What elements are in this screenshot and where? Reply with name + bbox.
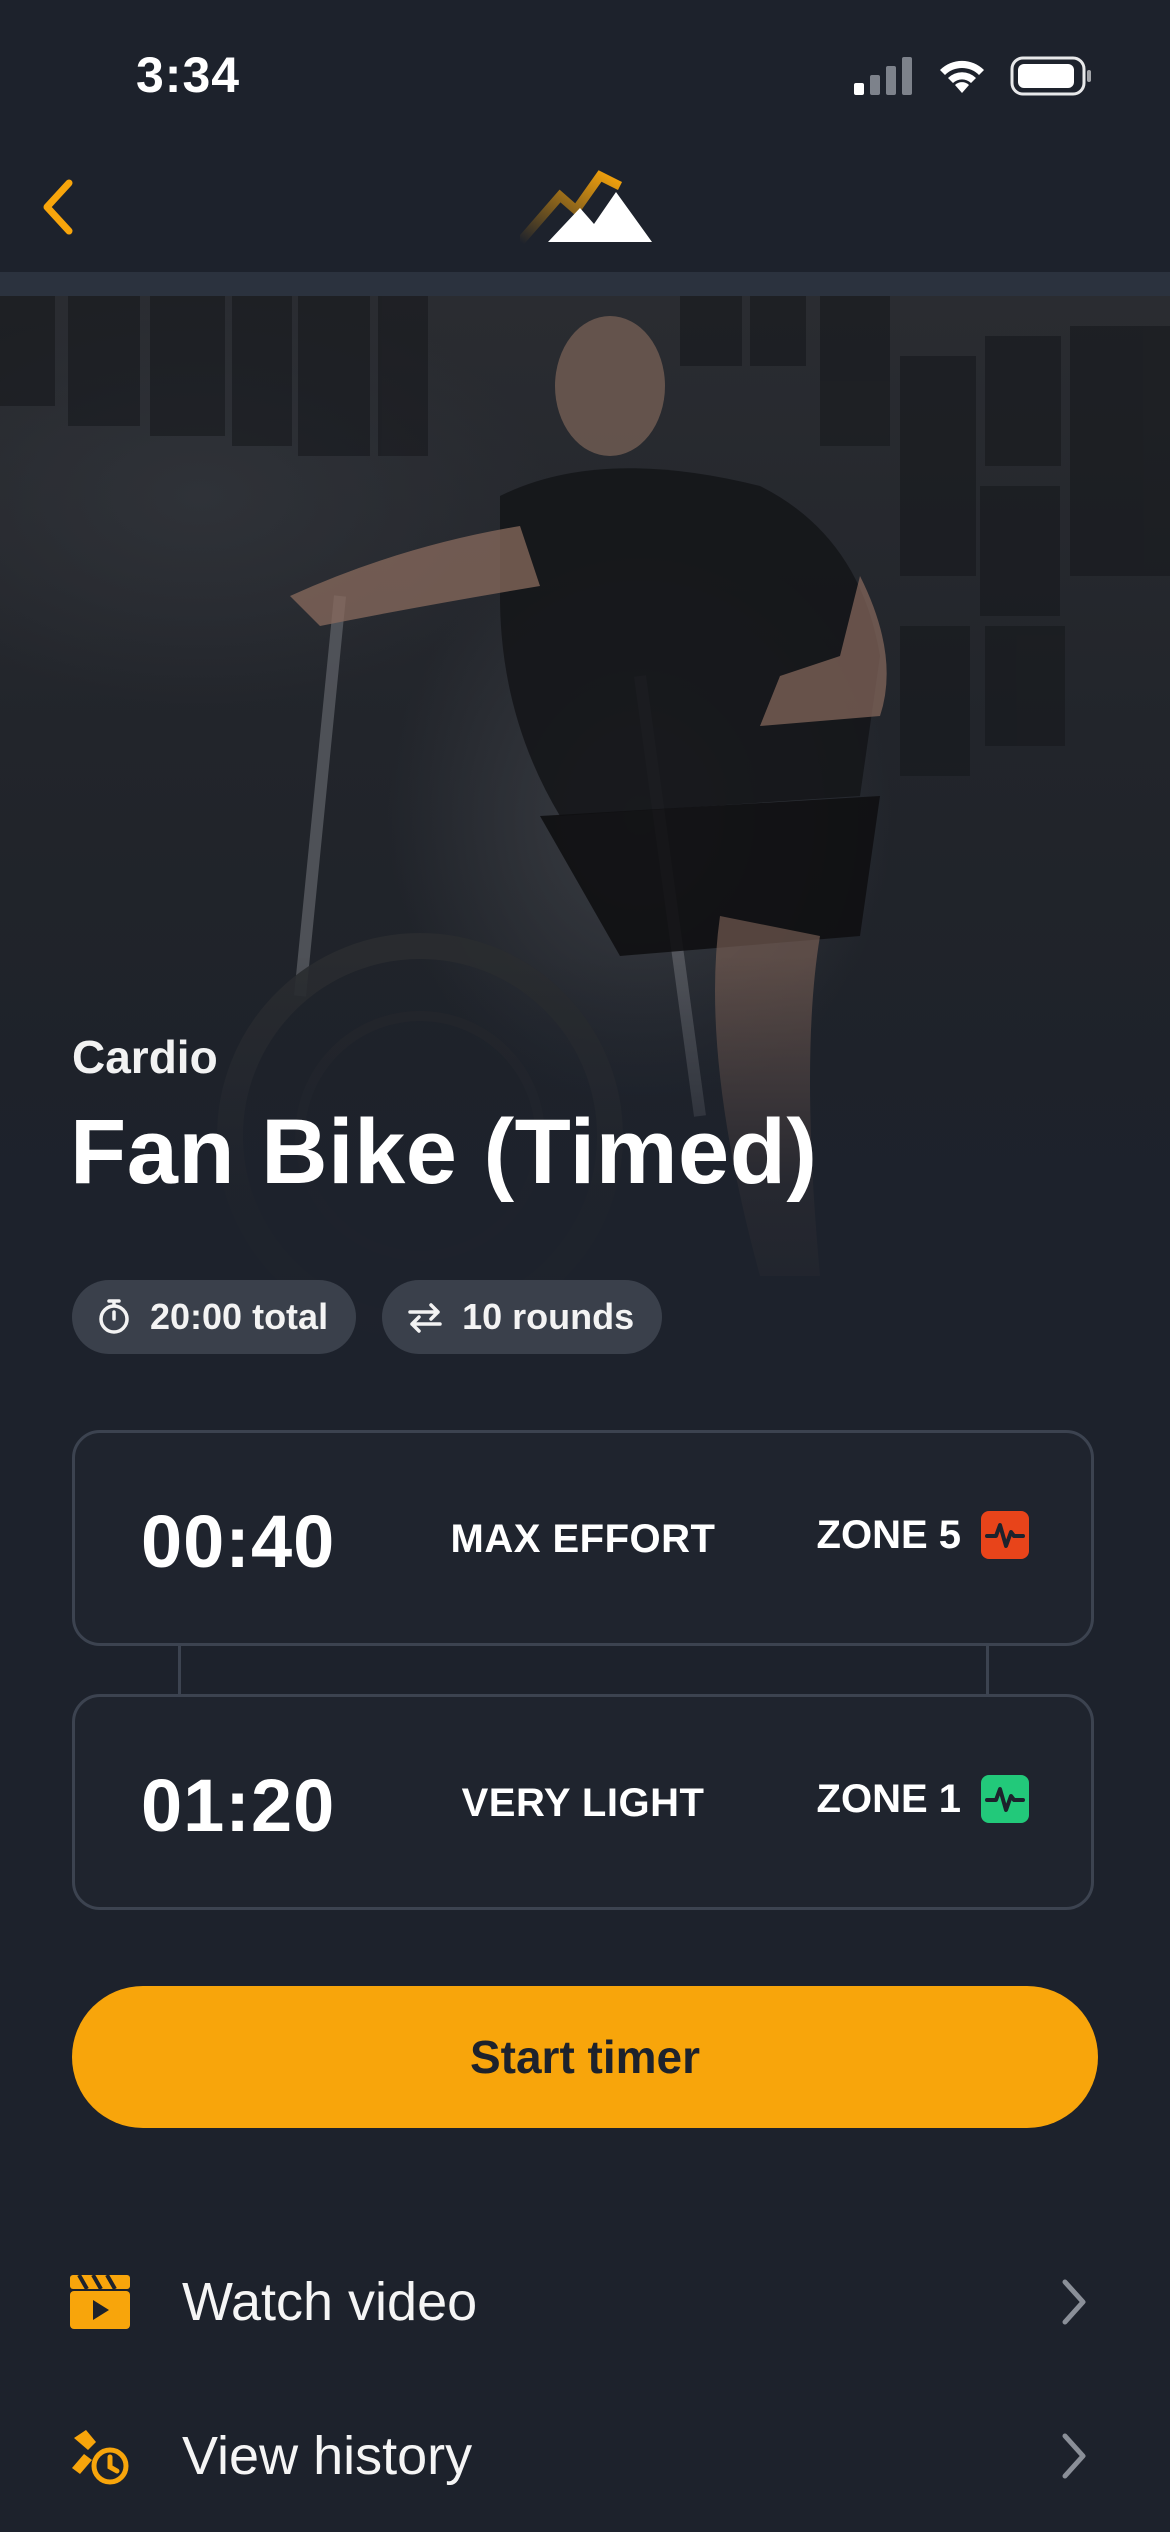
mountain-logo (516, 168, 660, 253)
cellular-signal-icon (854, 57, 912, 95)
interval-card: 01:20 VERY LIGHT ZONE 1 (72, 1694, 1094, 1910)
watch-video-row[interactable]: Watch video (0, 2242, 1170, 2362)
wifi-icon (940, 60, 984, 93)
watch-video-label: Watch video (182, 2272, 478, 2332)
chevron-left-icon (43, 179, 73, 235)
interval-zone: ZONE 1 (817, 1775, 1029, 1823)
video-clapper-icon (68, 2270, 132, 2334)
chevron-right-icon (1054, 2274, 1094, 2330)
battery-icon (1010, 56, 1091, 96)
total-time-chip: 20:00 total (72, 1280, 357, 1354)
start-timer-button[interactable]: Start timer (72, 1986, 1098, 2128)
total-time-label: 20:00 total (150, 1296, 329, 1337)
nav-divider (0, 272, 1170, 296)
exercise-chips: 20:00 total 10 rounds (72, 1280, 663, 1354)
rounds-label: 10 rounds (462, 1296, 635, 1337)
interval-connector (986, 1646, 989, 1694)
view-history-label: View history (182, 2426, 473, 2486)
zone-label: ZONE 5 (816, 1512, 961, 1557)
stopwatch-icon (99, 1299, 129, 1334)
interval-connector (178, 1646, 181, 1694)
zone-label: ZONE 1 (816, 1776, 961, 1821)
interval-card: 00:40 MAX EFFORT ZONE 5 (72, 1430, 1094, 1646)
nav-bar (0, 150, 1170, 270)
view-history-row[interactable]: View history (0, 2396, 1170, 2516)
status-bar: 3:34 (0, 0, 1170, 150)
interval-zone: ZONE 5 (817, 1511, 1029, 1559)
status-time: 3:34 (136, 47, 241, 103)
status-icons (854, 56, 1092, 96)
exercise-hero-image (0, 296, 1170, 1376)
repeat-icon (408, 1303, 442, 1333)
history-icon (68, 2424, 132, 2488)
exercise-title: Fan Bike (Timed) (70, 1101, 818, 1203)
back-button[interactable] (22, 172, 92, 242)
chevron-right-icon (1054, 2428, 1094, 2484)
heart-rate-icon (981, 1775, 1029, 1823)
rounds-chip: 10 rounds (382, 1280, 663, 1354)
heart-rate-icon (981, 1511, 1029, 1559)
exercise-category: Cardio (72, 1031, 218, 1083)
